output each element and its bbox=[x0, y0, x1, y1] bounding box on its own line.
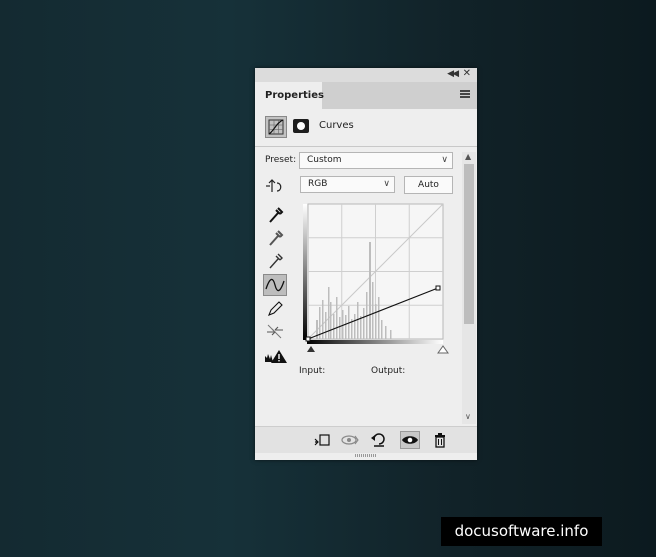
layer-mask-icon[interactable] bbox=[293, 119, 309, 133]
view-previous-state-icon[interactable] bbox=[340, 431, 360, 449]
divider bbox=[255, 146, 477, 147]
scroll-down-icon[interactable]: ∨ bbox=[465, 412, 471, 421]
reset-icon[interactable] bbox=[369, 431, 389, 449]
curve-point-end[interactable] bbox=[435, 285, 441, 291]
collapse-icon[interactable]: ◀◀ bbox=[447, 69, 459, 79]
input-label: Input: bbox=[299, 366, 326, 376]
pencil-draw-tool[interactable] bbox=[263, 297, 287, 319]
scroll-thumb[interactable] bbox=[464, 164, 474, 324]
black-point-slider-icon[interactable] bbox=[307, 346, 315, 352]
scroll-up-icon[interactable]: ▲ bbox=[465, 152, 471, 161]
input-gradient-bar bbox=[307, 340, 443, 344]
panel-bottom-bar bbox=[255, 426, 477, 453]
gray-point-eyedropper-icon[interactable] bbox=[263, 227, 287, 249]
preset-value: Custom bbox=[307, 155, 342, 165]
hamburger-menu-icon[interactable] bbox=[460, 90, 470, 98]
chevron-down-icon: ∨ bbox=[383, 179, 390, 189]
clip-to-layer-icon[interactable] bbox=[312, 431, 332, 449]
white-point-slider-icon[interactable] bbox=[437, 345, 449, 354]
chevron-down-icon: ∨ bbox=[441, 155, 448, 165]
preset-select[interactable]: Custom ∨ bbox=[299, 152, 453, 169]
trash-icon[interactable] bbox=[430, 431, 450, 449]
toggle-visibility-icon[interactable] bbox=[400, 431, 420, 449]
curves-adjustment-icon[interactable] bbox=[265, 116, 287, 138]
tab-properties[interactable]: Properties bbox=[255, 82, 324, 109]
channel-select[interactable]: RGB ∨ bbox=[300, 176, 395, 193]
curve-point-black[interactable] bbox=[305, 336, 311, 342]
close-icon[interactable]: ✕ bbox=[463, 68, 471, 79]
preset-label: Preset: bbox=[265, 155, 297, 165]
on-image-adjust-tool[interactable] bbox=[263, 175, 287, 197]
auto-button[interactable]: Auto bbox=[404, 176, 453, 194]
adjustment-title: Curves bbox=[319, 120, 354, 131]
clipping-warning-icon[interactable] bbox=[263, 345, 287, 367]
tab-row: Properties bbox=[255, 82, 477, 109]
scrollbar[interactable]: ▲ ∨ bbox=[462, 152, 476, 424]
black-point-eyedropper-icon[interactable] bbox=[263, 204, 287, 226]
curves-graph[interactable] bbox=[303, 202, 451, 358]
panel-title-bar[interactable]: ◀◀ ✕ bbox=[255, 68, 477, 82]
edit-points-curve-tool[interactable] bbox=[263, 274, 287, 296]
channel-value: RGB bbox=[308, 179, 328, 189]
resize-grip[interactable] bbox=[355, 454, 377, 457]
white-point-eyedropper-icon[interactable] bbox=[263, 250, 287, 272]
watermark: docusoftware.info bbox=[441, 517, 602, 546]
properties-panel: ◀◀ ✕ Properties Curves Preset: Custom ∨ bbox=[255, 68, 477, 460]
output-gradient-bar bbox=[303, 204, 307, 340]
output-label: Output: bbox=[371, 366, 406, 376]
smooth-curve-icon[interactable] bbox=[263, 320, 287, 342]
